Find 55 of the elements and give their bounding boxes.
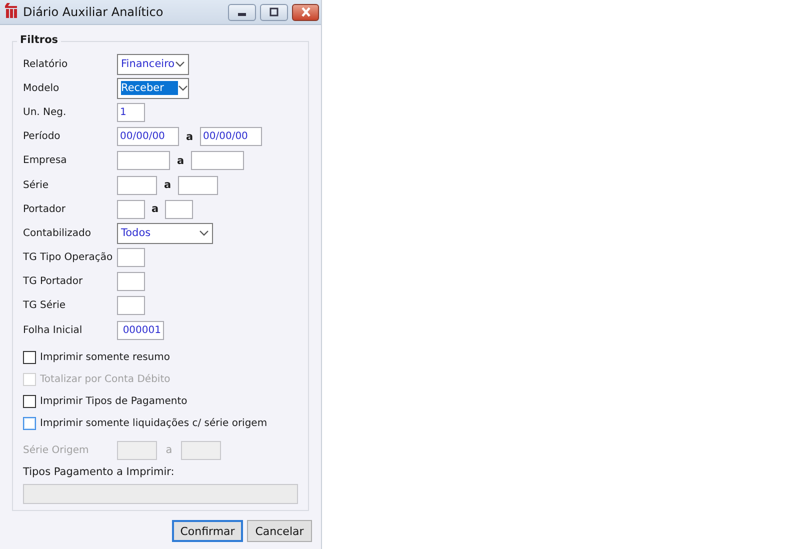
field-label: Empresa	[23, 155, 68, 166]
input-field[interactable]: 1	[117, 102, 145, 122]
input-field[interactable]	[165, 200, 193, 219]
window-title: Diário Auxiliar Analítico	[23, 5, 164, 19]
dropdown[interactable]: Financeiro	[117, 54, 189, 75]
input-field[interactable]: 000001	[117, 320, 164, 340]
input-field[interactable]	[117, 176, 157, 195]
close-icon	[300, 7, 312, 17]
separator-text: a	[162, 179, 172, 192]
group-title: Filtros	[17, 34, 62, 46]
separator-text: a	[164, 444, 174, 456]
input-field[interactable]	[117, 151, 170, 170]
input-field[interactable]	[117, 296, 145, 316]
separator-text: a	[150, 203, 160, 216]
separator-text: a	[184, 130, 194, 143]
checkbox[interactable]	[23, 350, 36, 364]
input-field[interactable]	[117, 440, 157, 460]
caret-icon	[175, 60, 185, 68]
input-field[interactable]	[117, 200, 145, 219]
field-label: Portador	[23, 204, 67, 215]
checkbox-label[interactable]: Imprimir Tipos de Pagamento	[23, 394, 188, 408]
field-label: Un. Neg.	[23, 106, 68, 118]
caret-icon	[199, 230, 209, 237]
confirm-button[interactable]: Confirmar	[172, 520, 243, 542]
field-label: Contabilizado	[23, 228, 92, 239]
field-label: Tipos Pagamento a Imprimir:	[23, 466, 176, 478]
checkbox[interactable]	[23, 416, 36, 430]
field-label: Série Origem	[23, 444, 90, 456]
minimize-button[interactable]	[228, 4, 256, 20]
cancel-button[interactable]: Cancelar	[247, 520, 312, 542]
input-field[interactable]	[117, 248, 145, 268]
field-label: TG Portador	[23, 276, 84, 288]
caret-icon	[178, 84, 188, 92]
separator-text: a	[176, 154, 186, 167]
checkbox-label[interactable]: Imprimir somente resumo	[23, 350, 170, 364]
restore-icon	[268, 7, 280, 17]
field-label: Relatório	[23, 58, 69, 70]
input-field[interactable]: 00/00/00	[117, 127, 179, 146]
field-label: Série	[23, 180, 50, 191]
input-field[interactable]	[178, 176, 218, 195]
dropdown[interactable]: Todos	[117, 222, 213, 244]
input-field[interactable]: 00/00/00	[200, 127, 262, 146]
maximize-button[interactable]	[260, 4, 288, 20]
field-label: TG Tipo Operação	[23, 252, 114, 264]
field-label: Folha Inicial	[23, 324, 84, 336]
dropdown[interactable]: Receber	[117, 78, 189, 99]
checkbox[interactable]	[23, 394, 36, 408]
input-field[interactable]	[181, 440, 221, 460]
field-label: Período	[23, 131, 62, 142]
checkbox-label[interactable]: Imprimir somente liquidações c/ série origem	[23, 416, 268, 430]
field-label: TG Série	[23, 300, 67, 312]
close-button[interactable]	[292, 4, 319, 20]
input-field[interactable]	[117, 272, 145, 292]
field-label: Modelo	[23, 82, 60, 94]
input-field[interactable]	[191, 151, 244, 170]
